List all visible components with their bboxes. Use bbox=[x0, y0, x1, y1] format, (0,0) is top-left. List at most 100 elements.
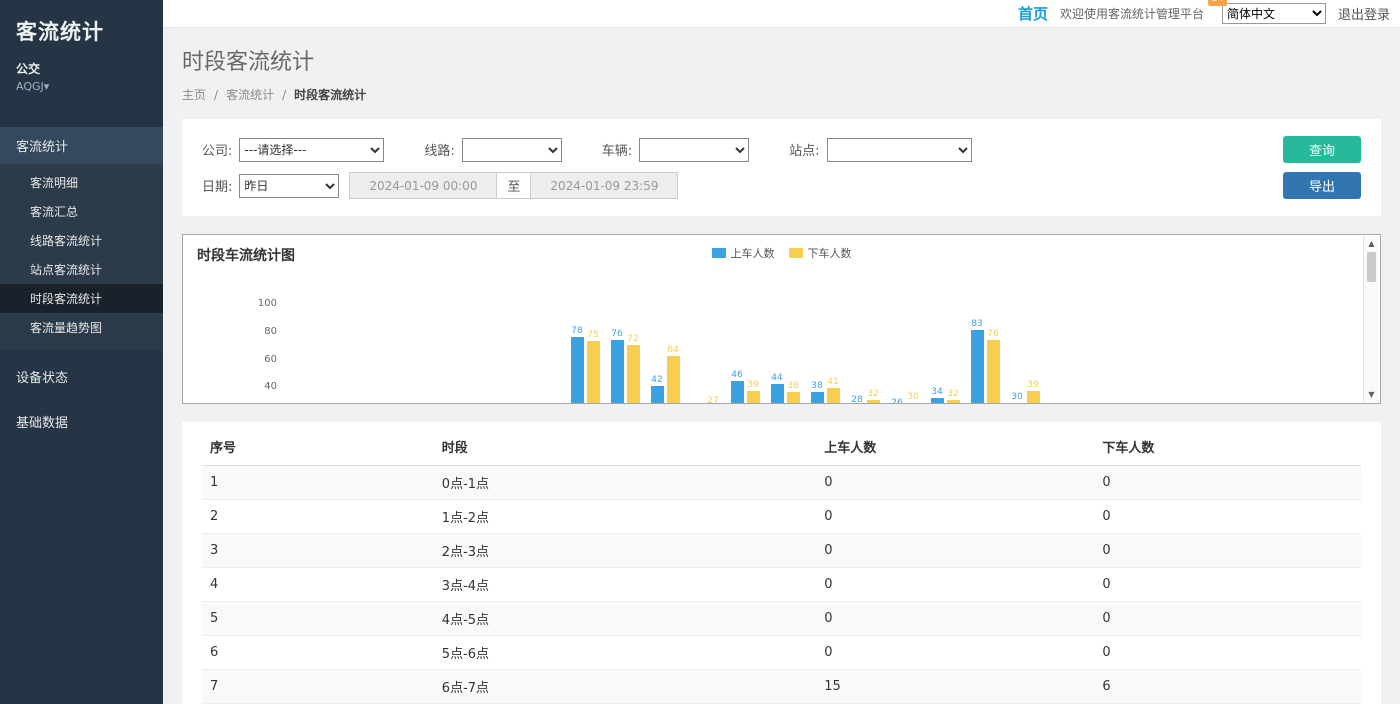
vehicle-select[interactable] bbox=[639, 138, 749, 162]
date-start-input[interactable] bbox=[349, 172, 497, 199]
filters-panel: 公司: ---请选择--- 线路: 车辆: 站点: 查询 bbox=[182, 119, 1381, 216]
sidebar-item[interactable]: 客流量趋势图 bbox=[0, 313, 163, 342]
breadcrumb-separator: / bbox=[214, 88, 218, 102]
table-cell: 0 bbox=[816, 602, 1094, 636]
bar-group: 78757点-8点 bbox=[565, 291, 605, 404]
bar[interactable] bbox=[651, 386, 664, 404]
home-link[interactable]: 首页 bbox=[1018, 3, 1048, 24]
bar-group: 463911点-12点 bbox=[725, 291, 765, 404]
language-select-wrap: 34 简体中文 bbox=[1222, 3, 1326, 25]
bar-group: 303918点-19点 bbox=[1005, 291, 1045, 404]
bar[interactable] bbox=[811, 392, 824, 404]
bar[interactable] bbox=[987, 340, 1000, 404]
bar[interactable] bbox=[907, 403, 920, 404]
page-head: 时段客流统计 主页 / 客流统计 / 时段客流统计 bbox=[163, 28, 1400, 119]
table-cell: 5点-6点 bbox=[434, 636, 816, 670]
app-root: 客流统计 公交 AQGJ▾ 客流统计 客流明细客流汇总线路客流统计站点客流统计时… bbox=[0, 0, 1400, 704]
date-label: 日期: bbox=[202, 176, 232, 195]
table-cell: 0 bbox=[816, 568, 1094, 602]
bar-value-label: 38 bbox=[811, 381, 822, 391]
sidebar-item[interactable]: 客流明细 bbox=[0, 168, 163, 197]
bar[interactable] bbox=[827, 388, 840, 404]
bar[interactable] bbox=[867, 400, 880, 404]
bar[interactable] bbox=[627, 345, 640, 404]
date-filter: 日期: 昨日 bbox=[202, 174, 339, 198]
bar[interactable] bbox=[667, 356, 680, 404]
bar-value-label: 30 bbox=[1011, 392, 1022, 402]
table-cell: 15 bbox=[816, 670, 1094, 704]
bar[interactable] bbox=[611, 340, 624, 404]
table-cell: 0 bbox=[1094, 568, 1361, 602]
legend-item[interactable]: 下车人数 bbox=[789, 245, 852, 261]
th-index: 序号 bbox=[202, 426, 434, 466]
table-cell: 3点-4点 bbox=[434, 568, 816, 602]
table-body: 10点-1点0021点-2点0032点-3点0043点-4点0054点-5点00… bbox=[202, 466, 1361, 704]
table-cell: 4点-5点 bbox=[434, 602, 816, 636]
bar[interactable] bbox=[571, 337, 584, 404]
table-cell: 0 bbox=[816, 636, 1094, 670]
bar[interactable] bbox=[947, 400, 960, 404]
scrollbar-thumb[interactable] bbox=[1367, 252, 1376, 282]
y-tick-label: 80 bbox=[264, 326, 277, 337]
bar-group: 0021点-22点 bbox=[1125, 291, 1165, 404]
bar-group: 000点-1点 bbox=[285, 291, 325, 404]
table-cell: 6 bbox=[1094, 670, 1361, 704]
profile-block: 公交 AQGJ▾ bbox=[0, 50, 163, 97]
bar[interactable] bbox=[587, 341, 600, 404]
bar-value-label: 41 bbox=[827, 377, 838, 387]
table-cell: 0 bbox=[1094, 636, 1361, 670]
main-area: 首页 欢迎使用客流统计管理平台 34 简体中文 退出登录 时段客流统计 主页 /… bbox=[163, 0, 1400, 704]
logout-link[interactable]: 退出登录 bbox=[1338, 4, 1392, 23]
bar-group: 0019点-20点 bbox=[1045, 291, 1085, 404]
sidebar-section-passenger-stats[interactable]: 客流统计 bbox=[0, 127, 163, 164]
breadcrumb-passenger-stats[interactable]: 客流统计 bbox=[226, 86, 274, 103]
query-button[interactable]: 查询 bbox=[1283, 136, 1361, 163]
bar-value-label: 26 bbox=[891, 398, 902, 404]
bar[interactable] bbox=[731, 381, 744, 404]
chart-scrollbar[interactable]: ▲ ▼ bbox=[1363, 236, 1379, 402]
station-select[interactable] bbox=[827, 138, 972, 162]
sidebar-item[interactable]: 站点客流统计 bbox=[0, 255, 163, 284]
table-row: 76点-7点156 bbox=[202, 670, 1361, 704]
sidebar-item[interactable]: 线路客流统计 bbox=[0, 226, 163, 255]
bar-value-label: 72 bbox=[627, 334, 638, 344]
bar-group: 003点-4点 bbox=[405, 291, 445, 404]
scrollbar-up-icon[interactable]: ▲ bbox=[1364, 239, 1379, 248]
date-end-input[interactable] bbox=[530, 172, 678, 199]
company-select[interactable]: ---请选择--- bbox=[239, 138, 384, 162]
profile-user-dropdown[interactable]: AQGJ▾ bbox=[16, 80, 147, 93]
scrollbar-down-icon[interactable]: ▼ bbox=[1364, 390, 1379, 399]
legend-item[interactable]: 上车人数 bbox=[712, 245, 775, 261]
page-title: 时段客流统计 bbox=[182, 44, 1381, 76]
y-tick-label: 60 bbox=[264, 354, 277, 365]
language-select[interactable]: 简体中文 bbox=[1222, 3, 1326, 24]
sidebar-section-basic-data[interactable]: 基础数据 bbox=[0, 403, 163, 440]
export-button[interactable]: 导出 bbox=[1283, 172, 1361, 199]
bar-value-label: 44 bbox=[771, 373, 782, 383]
breadcrumb-home[interactable]: 主页 bbox=[182, 86, 206, 103]
filter-row-2: 日期: 昨日 至 导出 bbox=[202, 172, 1361, 199]
breadcrumb-separator: / bbox=[282, 88, 286, 102]
bar-value-label: 75 bbox=[587, 330, 598, 340]
bar[interactable] bbox=[787, 392, 800, 404]
bar[interactable] bbox=[747, 391, 760, 404]
bar[interactable] bbox=[1027, 391, 1040, 404]
bar[interactable] bbox=[971, 330, 984, 404]
sidebar-item[interactable]: 时段客流统计 bbox=[0, 284, 163, 313]
table-cell: 0点-1点 bbox=[434, 466, 816, 500]
bar[interactable] bbox=[1011, 403, 1024, 404]
sidebar-item[interactable]: 客流汇总 bbox=[0, 197, 163, 226]
bar-group: 343216点-17点 bbox=[925, 291, 965, 404]
table-row: 10点-1点00 bbox=[202, 466, 1361, 500]
table-cell: 1 bbox=[202, 466, 434, 500]
table-cell: 3 bbox=[202, 534, 434, 568]
bar[interactable] bbox=[931, 398, 944, 405]
bar-value-label: 76 bbox=[611, 329, 622, 339]
bar[interactable] bbox=[771, 384, 784, 404]
table-row: 21点-2点00 bbox=[202, 500, 1361, 534]
line-select[interactable] bbox=[462, 138, 562, 162]
bar-value-label: 42 bbox=[651, 375, 662, 385]
date-preset-select[interactable]: 昨日 bbox=[239, 174, 339, 198]
sidebar-section-device-status[interactable]: 设备状态 bbox=[0, 358, 163, 395]
notification-badge[interactable]: 34 bbox=[1208, 0, 1227, 6]
